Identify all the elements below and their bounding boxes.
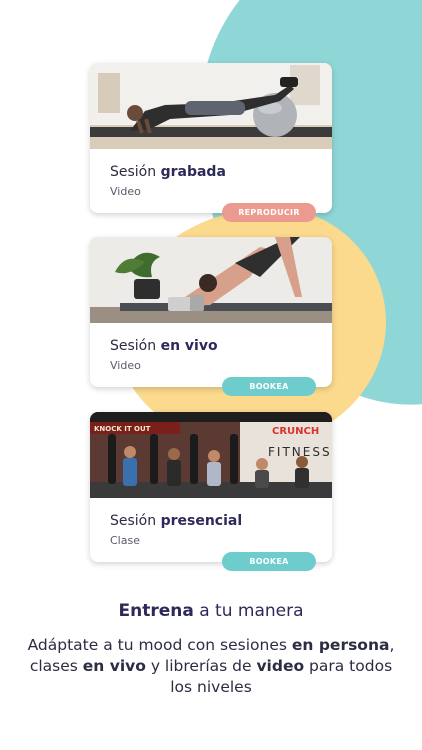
gym-banner-text: KNOCK IT OUT [94, 425, 151, 433]
gym-logo-text: CRUNCH [272, 426, 319, 437]
card-subtitle: Clase [110, 534, 140, 547]
card-title: Sesión grabada [110, 164, 226, 180]
session-card-recorded[interactable]: Sesión grabada Video REPRODUCIR [90, 63, 332, 222]
description: Adáptate a tu mood con sesiones en perso… [27, 636, 395, 696]
headline: Entrena a tu manera [118, 601, 304, 621]
play-button[interactable]: REPRODUCIR [222, 203, 316, 222]
recorded-session-photo [90, 63, 332, 149]
card-title: Sesión en vivo [110, 338, 218, 354]
session-card-live[interactable]: Sesión en vivo Video BOOKEA [90, 237, 332, 396]
card-title: Sesión presencial [110, 513, 243, 529]
book-button[interactable]: BOOKEA [222, 377, 316, 396]
live-session-photo [90, 237, 332, 323]
in-person-session-photo: KNOCK IT OUT CRUNCH FITNESS [90, 412, 332, 498]
card-subtitle: Video [110, 359, 141, 372]
card-subtitle: Video [110, 185, 141, 198]
book-button[interactable]: BOOKEA [222, 552, 316, 571]
session-card-in-person[interactable]: KNOCK IT OUT CRUNCH FITNESS Sesión prese… [90, 412, 332, 571]
